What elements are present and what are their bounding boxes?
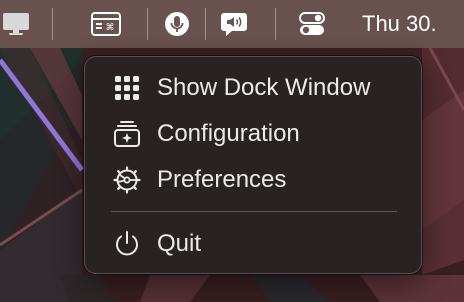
keyboard-shortcut-icon[interactable]: ⌘ — [88, 0, 124, 48]
menu-item-show-dock-window[interactable]: Show Dock Window — [97, 67, 409, 109]
dock-menu: Show Dock Window Configuration Preferenc… — [84, 56, 422, 274]
svg-text:⌘: ⌘ — [106, 23, 115, 33]
speech-bubble-speaker-icon[interactable] — [218, 0, 250, 48]
grid-icon — [109, 70, 145, 106]
menu-item-label: Quit — [157, 230, 202, 257]
menu-item-quit[interactable]: Quit — [97, 223, 409, 265]
menubar-divider — [275, 8, 276, 40]
power-icon — [109, 226, 145, 262]
menu-item-label: Preferences — [157, 166, 287, 193]
menubar-divider — [205, 8, 206, 40]
sparkle-stack-icon — [109, 116, 145, 152]
menu-bar: ⌘ Thu 30. — [0, 0, 464, 48]
menubar-divider — [147, 8, 148, 40]
menu-item-label: Show Dock Window — [157, 74, 371, 101]
menubar-divider — [52, 8, 53, 40]
microphone-icon[interactable] — [162, 0, 192, 48]
menu-item-label: Configuration — [157, 120, 300, 147]
menubar-clock[interactable]: Thu 30. — [362, 0, 437, 48]
menu-item-preferences[interactable]: Preferences — [97, 159, 409, 201]
display-icon[interactable] — [0, 0, 34, 48]
control-center-toggles-icon[interactable] — [296, 0, 328, 48]
gear-icon — [109, 162, 145, 198]
menu-item-configuration[interactable]: Configuration — [97, 113, 409, 155]
menu-separator — [111, 211, 397, 212]
